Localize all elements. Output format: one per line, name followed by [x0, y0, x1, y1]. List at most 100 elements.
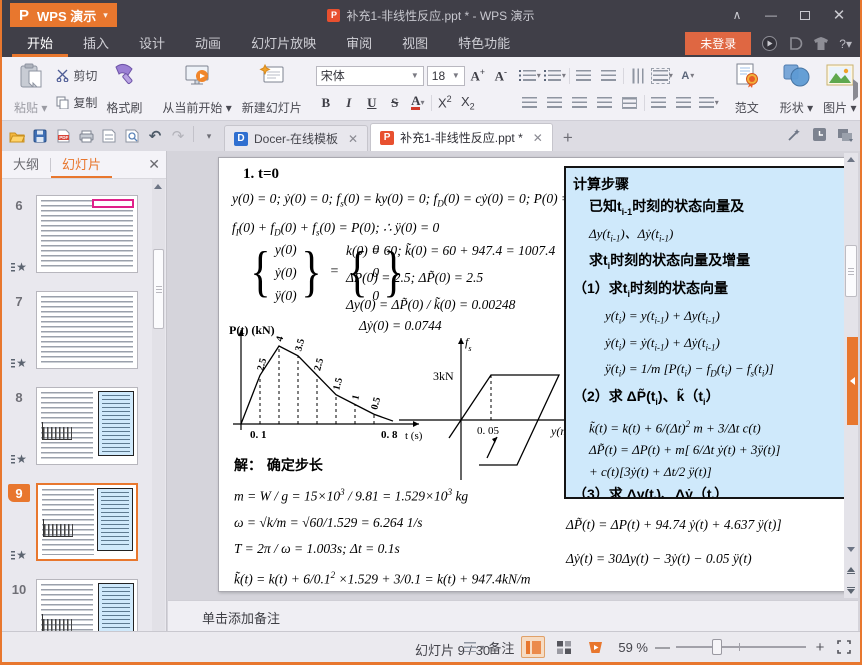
slideshow-button[interactable] — [583, 636, 607, 658]
maximize-button[interactable] — [790, 4, 820, 26]
quick-access-more-icon[interactable]: ▾ — [199, 126, 219, 146]
previous-slide-button[interactable] — [847, 567, 855, 575]
save-icon[interactable] — [30, 126, 50, 146]
minimize-button[interactable]: — — [756, 4, 786, 26]
tab-close-icon[interactable]: ✕ — [348, 132, 358, 146]
cut-button[interactable]: 剪切 — [52, 66, 101, 85]
slide-thumbnail-row-9[interactable]: 9★ — [6, 483, 148, 563]
tab-close-icon[interactable]: ✕ — [533, 131, 543, 145]
slide-thumbnail[interactable] — [36, 195, 138, 273]
slide-thumbnail-row-10[interactable]: 10★ — [6, 579, 148, 631]
decrease-indent-button[interactable] — [573, 65, 595, 87]
sidebar-scroll-thumb[interactable] — [153, 249, 164, 329]
magic-wand-icon[interactable] — [786, 127, 802, 146]
align-left-button[interactable] — [519, 92, 541, 114]
slides-tab[interactable]: 幻灯片 — [51, 151, 112, 178]
copy-button[interactable]: 复制 — [52, 93, 101, 112]
history-icon[interactable] — [812, 127, 827, 145]
align-center-button[interactable] — [544, 92, 566, 114]
justify-button[interactable] — [594, 92, 616, 114]
paste-button[interactable]: 粘贴 ▾ — [9, 60, 52, 118]
normal-view-button[interactable] — [521, 636, 545, 658]
distribute-button[interactable] — [619, 92, 641, 114]
font-name-select[interactable]: 宋体▼ — [316, 66, 424, 86]
font-size-select[interactable]: 18▼ — [427, 66, 465, 86]
align-right-button[interactable] — [569, 92, 591, 114]
line-spacing-button[interactable] — [648, 92, 670, 114]
slide-thumbnail-row-6[interactable]: 6★ — [6, 195, 148, 275]
calculation-steps-box[interactable]: 计算步骤已知ti-1时刻的状态向量及Δy(ti-1)、Δẏ(ti-1)求ti时刻… — [564, 166, 850, 499]
ribbon-more-arrow-icon[interactable] — [853, 83, 858, 97]
docer-icon[interactable] — [787, 36, 803, 52]
menu-item-3[interactable]: 动画 — [180, 30, 236, 57]
open-file-icon[interactable] — [7, 126, 27, 146]
text-box-button[interactable]: ▾ — [652, 65, 674, 87]
zoom-in-button[interactable]: + — [813, 639, 827, 656]
line-spacing-options-button[interactable]: ▾ — [698, 92, 720, 114]
close-button[interactable]: ✕ — [824, 4, 854, 26]
strikethrough-button[interactable]: S — [385, 93, 405, 113]
print-preview-icon[interactable] — [99, 126, 119, 146]
menu-item-1[interactable]: 插入 — [68, 30, 124, 57]
zoom-slider[interactable] — [676, 637, 806, 657]
menu-item-7[interactable]: 特色功能 — [443, 30, 525, 57]
italic-button[interactable]: I — [339, 93, 359, 113]
close-panel-icon[interactable]: ✕ — [148, 156, 160, 173]
slide-thumbnail[interactable] — [36, 579, 138, 631]
fanwen-button[interactable]: 范文 — [729, 60, 765, 118]
sidebar-scrollbar[interactable] — [152, 179, 165, 631]
skin-icon[interactable] — [813, 36, 829, 52]
slide-sorter-button[interactable] — [552, 636, 576, 658]
editor-scroll-thumb[interactable] — [845, 245, 857, 297]
outline-tab[interactable]: 大纲 — [2, 151, 50, 178]
document-tab-1[interactable]: P补充1-非线性反应.ppt *✕ — [370, 123, 553, 151]
subscript-button[interactable]: X2 — [458, 93, 478, 113]
zoom-out-button[interactable]: — — [655, 639, 669, 656]
task-pane-toggle[interactable] — [847, 337, 858, 425]
export-pdf-icon[interactable]: PDF — [53, 126, 73, 146]
slide-thumbnail[interactable] — [36, 387, 138, 465]
new-tab-button[interactable]: + — [555, 125, 581, 151]
paragraph-spacing-button[interactable] — [673, 92, 695, 114]
collapse-ribbon-icon[interactable]: ∧ — [722, 4, 752, 26]
increase-indent-button[interactable] — [598, 65, 620, 87]
member-center-icon[interactable] — [761, 36, 777, 52]
shrink-font-button[interactable]: A- — [491, 66, 511, 86]
numbering-button[interactable]: ▾ — [544, 65, 566, 87]
undo-icon[interactable]: ↶ — [145, 126, 165, 146]
bullets-button[interactable]: ▾ — [519, 65, 541, 87]
font-color-button[interactable]: A ▾ — [408, 93, 428, 113]
scroll-down-icon[interactable] — [847, 547, 855, 552]
new-slide-button[interactable]: 新建幻灯片 — [237, 60, 307, 118]
notes-toggle-button[interactable]: ▾ 备注 — [464, 638, 514, 657]
next-slide-button[interactable] — [847, 587, 855, 595]
grow-font-button[interactable]: A+ — [468, 66, 488, 86]
scroll-up-icon[interactable] — [154, 184, 162, 189]
text-direction-button[interactable] — [627, 65, 649, 87]
fit-to-window-button[interactable] — [834, 637, 854, 657]
char-scale-button[interactable]: A▾ — [677, 65, 699, 87]
play-from-current-button[interactable]: 从当前开始 ▾ — [157, 60, 236, 118]
preview-doc-icon[interactable] — [122, 126, 142, 146]
print-icon[interactable] — [76, 126, 96, 146]
help-icon[interactable]: ?▾ — [839, 37, 852, 51]
window-arrange-icon[interactable] — [837, 128, 854, 145]
slide-thumbnail-row-7[interactable]: 7★ — [6, 291, 148, 371]
slide-thumbnail-row-8[interactable]: 8★ — [6, 387, 148, 467]
zoom-slider-knob[interactable] — [712, 639, 722, 655]
menu-item-2[interactable]: 设计 — [124, 30, 180, 57]
underline-button[interactable]: U — [362, 93, 382, 113]
bold-button[interactable]: B — [316, 93, 336, 113]
format-painter-button[interactable]: 格式刷 — [101, 60, 147, 118]
menu-item-6[interactable]: 视图 — [387, 30, 443, 57]
menu-item-4[interactable]: 幻灯片放映 — [236, 30, 331, 57]
login-button[interactable]: 未登录 — [685, 32, 751, 55]
slide-thumbnail[interactable] — [36, 483, 138, 561]
menu-item-0[interactable]: 开始 — [12, 30, 68, 57]
slide-thumbnail[interactable] — [36, 291, 138, 369]
shapes-button[interactable]: 形状 ▾ — [775, 60, 818, 118]
slide-canvas[interactable]: 1. t=0 y(0) = 0; ẏ(0) = 0; fs(0) = ky(0)… — [218, 157, 848, 592]
superscript-button[interactable]: X2 — [435, 93, 455, 113]
redo-icon[interactable]: ↷ — [168, 126, 188, 146]
menu-item-5[interactable]: 审阅 — [331, 30, 387, 57]
